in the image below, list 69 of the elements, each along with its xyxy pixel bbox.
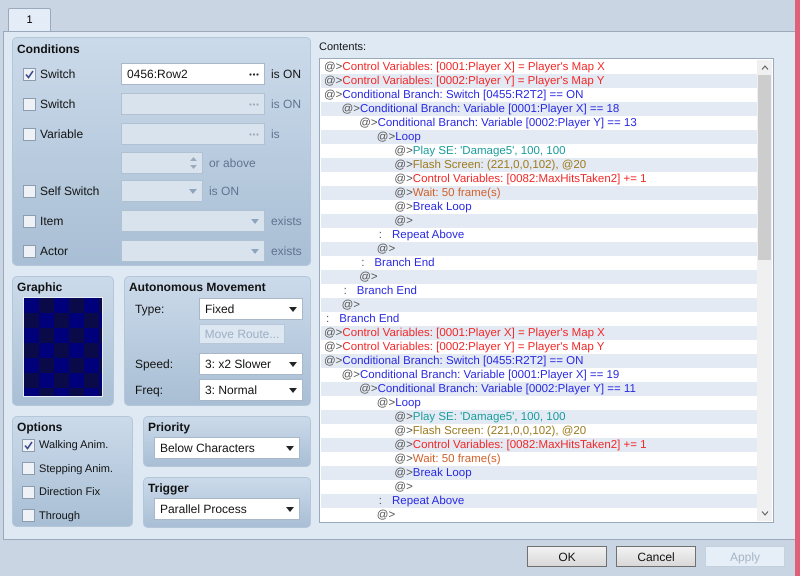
panel-title: Graphic xyxy=(17,280,64,294)
contents-label: Contents: xyxy=(319,40,368,54)
checkbox[interactable] xyxy=(23,98,36,110)
select-field[interactable]: 0456:Row2 xyxy=(121,63,265,85)
scroll-up-icon xyxy=(760,65,768,70)
checkbox[interactable] xyxy=(22,438,35,452)
dialog-button[interactable]: Cancel xyxy=(616,546,696,567)
tab[interactable]: 1 xyxy=(8,8,51,31)
caret-icon xyxy=(251,218,259,224)
caret-icon xyxy=(286,506,294,512)
select-field[interactable] xyxy=(121,93,265,115)
ellipsis-icon xyxy=(249,102,259,106)
field-label: Speed: xyxy=(135,356,174,373)
condition-suffix: exists xyxy=(271,243,302,260)
checkbox-label: Actor xyxy=(40,243,68,260)
panel-title: Priority xyxy=(148,420,192,434)
checkbox[interactable] xyxy=(23,68,36,80)
checkbox-label: Item xyxy=(40,213,64,230)
caret-icon xyxy=(289,306,297,312)
checkbox-label: Variable xyxy=(40,126,84,143)
condition-suffix: or above xyxy=(209,154,256,172)
condition-suffix: is xyxy=(271,126,280,143)
select-field[interactable]: Fixed xyxy=(199,298,303,320)
condition-suffix: is ON xyxy=(209,183,239,200)
caret-icon xyxy=(251,248,259,254)
caret-icon xyxy=(289,362,297,366)
checkbox-label: Direction Fix xyxy=(39,485,100,500)
field-label: Freq: xyxy=(135,382,164,399)
field-label: Type: xyxy=(135,301,166,318)
caret-icon xyxy=(289,388,297,392)
checkmark-icon xyxy=(24,440,33,450)
checkbox-label: Switch xyxy=(40,66,76,83)
checkbox[interactable] xyxy=(23,214,36,228)
select-field[interactable]: Parallel Process xyxy=(154,498,300,520)
scrollbar-thumb[interactable] xyxy=(758,75,771,260)
select-field[interactable]: 3: Normal xyxy=(199,379,303,401)
panel-title: Autonomous Movement xyxy=(129,280,267,294)
spinner-arrows-icon xyxy=(190,156,197,170)
ellipsis-icon xyxy=(249,72,259,76)
checkbox-label: Walking Anim. xyxy=(39,438,108,453)
panel-title: Options xyxy=(17,420,64,434)
panel-title: Trigger xyxy=(148,481,190,495)
condition-suffix: is ON xyxy=(271,66,301,83)
select-field[interactable] xyxy=(121,123,265,145)
checkbox-label: Stepping Anim. xyxy=(39,462,113,476)
checkbox[interactable] xyxy=(23,184,36,198)
checkbox[interactable] xyxy=(22,509,35,522)
panel-title: Conditions xyxy=(17,42,81,56)
select-field[interactable] xyxy=(121,180,203,202)
checkbox[interactable] xyxy=(23,128,36,140)
select-field[interactable]: Below Characters xyxy=(154,437,300,459)
condition-suffix: is ON xyxy=(271,96,301,113)
checkmark-icon xyxy=(25,70,34,78)
select-field[interactable] xyxy=(121,240,265,262)
scrollbar[interactable] xyxy=(757,60,772,521)
caret-icon xyxy=(286,446,294,450)
scroll-down-icon xyxy=(760,511,768,516)
select-field[interactable] xyxy=(121,210,265,232)
checkbox-label: Self Switch xyxy=(40,183,100,200)
checkbox[interactable] xyxy=(22,462,35,476)
checkbox[interactable] xyxy=(23,244,36,258)
checkbox-label: Switch xyxy=(40,96,76,113)
condition-suffix: exists xyxy=(271,213,302,230)
caret-icon xyxy=(189,188,197,194)
checkbox[interactable] xyxy=(22,486,35,499)
ellipsis-icon xyxy=(249,132,259,136)
checkbox-label: Through xyxy=(39,508,80,524)
select-field[interactable]: 3: x2 Slower xyxy=(199,353,303,375)
dialog-button[interactable]: OK xyxy=(527,546,607,567)
